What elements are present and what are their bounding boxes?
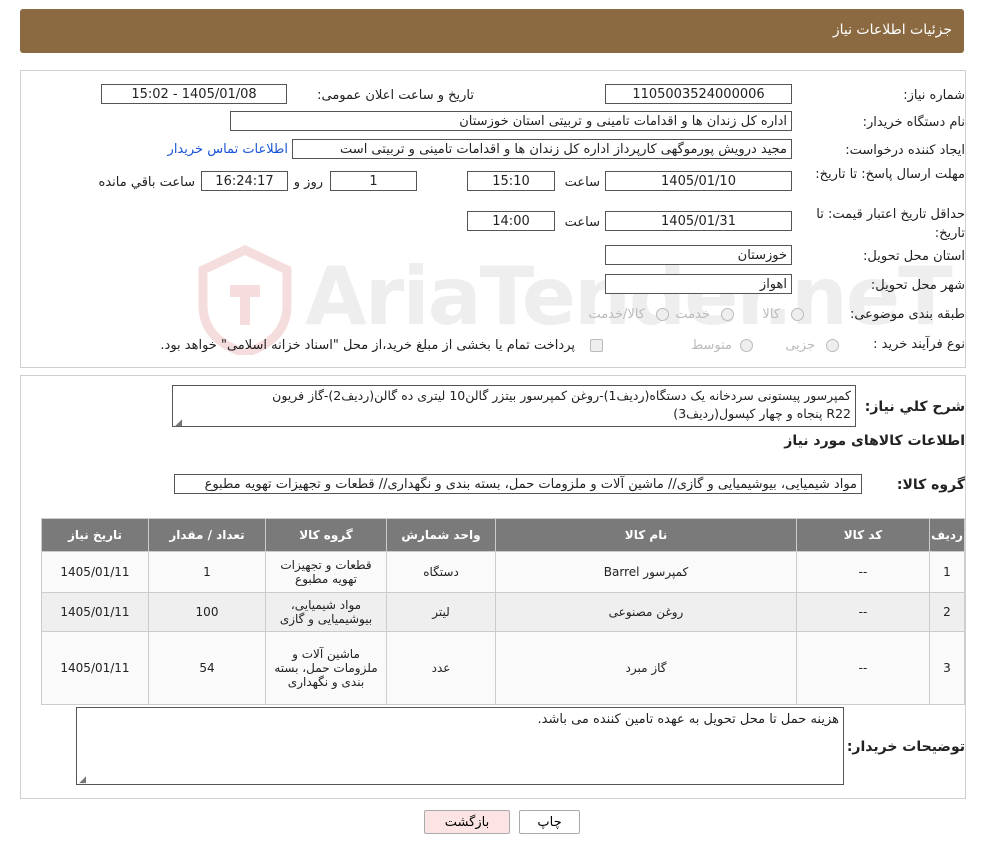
table-row: 1 -- کمپرسور Barrel دستگاه قطعات و تجهیز… xyxy=(41,551,965,593)
table-row: 3 -- گاز مبرد عدد ماشین آلات و ملزومات ح… xyxy=(41,631,965,705)
cell-group: ماشین آلات و ملزومات حمل، بسته بندی و نگ… xyxy=(265,631,387,705)
process-note: پرداخت تمام یا بخشی از مبلغ خرید،از محل … xyxy=(160,338,575,353)
need-number-label: شماره نیاز: xyxy=(903,88,965,103)
summary-line-1: کمپرسور پیستونی سردخانه یک دستگاه(ردیف1)… xyxy=(272,388,851,403)
category-option-service: خدمت xyxy=(675,307,710,322)
deadline-date-field: 1405/01/10 xyxy=(605,171,792,191)
col-header-unit: واحد شمارش xyxy=(386,518,496,552)
cell-qty: 100 xyxy=(148,592,266,632)
buyer-notes-text: هزینه حمل تا محل تحویل به عهده تامین کنن… xyxy=(537,712,839,727)
buyer-label: نام دستگاه خریدار: xyxy=(862,115,965,130)
need-number-field: 1105003524000006 xyxy=(605,84,792,104)
validity-date-field: 1405/01/31 xyxy=(605,211,792,231)
cell-group: قطعات و تجهیزات تهویه مطبوع xyxy=(265,551,387,593)
cell-code: -- xyxy=(796,631,930,705)
goods-group-field: مواد شیمیایی، بیوشیمیایی و گازی// ماشین … xyxy=(174,474,862,494)
city-field: اهواز xyxy=(605,274,792,294)
summary-textarea[interactable]: کمپرسور پیستونی سردخانه یک دستگاه(ردیف1)… xyxy=(172,385,856,427)
process-option-minor: جزیی xyxy=(785,338,815,353)
category-label: طبقه بندی موضوعی: xyxy=(849,307,965,322)
process-option-medium: متوسط xyxy=(691,338,732,353)
col-header-idx: ردیف xyxy=(929,518,965,552)
cell-unit: دستگاه xyxy=(386,551,496,593)
deadline-time-field: 15:10 xyxy=(467,171,555,191)
cell-idx: 1 xyxy=(929,551,965,593)
process-radio-medium[interactable] xyxy=(740,339,753,352)
province-label: استان محل تحویل: xyxy=(863,249,965,264)
validity-time-field: 14:00 xyxy=(467,211,555,231)
validity-label: حداقل تاریخ اعتبار قیمت: تا تاریخ: xyxy=(816,207,965,241)
summary-label: شرح كلي نياز: xyxy=(864,399,965,415)
table-header-row: ردیف کد کالا نام کالا واحد شمارش گروه کا… xyxy=(41,518,965,552)
col-header-group: گروه کالا xyxy=(265,518,387,552)
category-option-goods-service: کالا/خدمت xyxy=(588,307,645,322)
page-title: جزئیات اطلاعات نیاز xyxy=(832,22,952,38)
announce-field: 1405/01/08 - 15:02 xyxy=(101,84,287,104)
cell-code: -- xyxy=(796,592,930,632)
cell-date: 1405/01/11 xyxy=(41,631,149,705)
cell-name: گاز مبرد xyxy=(495,631,797,705)
page-header: جزئیات اطلاعات نیاز xyxy=(20,9,964,53)
goods-group-label: گروه کالا: xyxy=(896,477,965,493)
deadline-time-label: ساعت xyxy=(564,175,600,190)
province-field: خوزستان xyxy=(605,245,792,265)
print-button[interactable]: چاپ xyxy=(519,810,580,834)
cell-idx: 3 xyxy=(929,631,965,705)
back-button[interactable]: بازگشت xyxy=(424,810,510,834)
remaining-field: 16:24:17 xyxy=(201,171,288,191)
cell-qty: 54 xyxy=(148,631,266,705)
col-header-code: کد کالا xyxy=(796,518,930,552)
table-row: 2 -- روغن مصنوعی لیتر مواد شیمیایی، بیوش… xyxy=(41,592,965,632)
creator-field: مجید درویش پورموگهی کارپرداز اداره کل زن… xyxy=(292,139,792,159)
cell-name: روغن مصنوعی xyxy=(495,592,797,632)
cell-code: -- xyxy=(796,551,930,593)
summary-line-2: R22 پنجاه و چهار کپسول(ردیف3) xyxy=(673,406,851,421)
buyer-notes-label: توضیحات خریدار: xyxy=(846,739,965,755)
days-label: روز و xyxy=(293,175,323,190)
buyer-field: اداره کل زندان ها و اقدامات تامینی و ترب… xyxy=(230,111,792,131)
deadline-label: مهلت ارسال پاسخ: تا تاریخ: xyxy=(815,167,965,182)
days-field: 1 xyxy=(330,171,417,191)
category-option-goods: کالا xyxy=(762,307,780,322)
cell-date: 1405/01/11 xyxy=(41,551,149,593)
validity-time-label: ساعت xyxy=(564,215,600,230)
col-header-name: نام کالا xyxy=(495,518,797,552)
items-table: ردیف کد کالا نام کالا واحد شمارش گروه کا… xyxy=(41,518,965,705)
announce-label: تاریخ و ساعت اعلان عمومی: xyxy=(317,88,474,103)
remaining-label: ساعت باقي مانده xyxy=(98,175,195,190)
cell-idx: 2 xyxy=(929,592,965,632)
city-label: شهر محل تحویل: xyxy=(870,278,965,293)
process-label: نوع فرآیند خرید : xyxy=(873,337,965,352)
process-checkbox-treasury[interactable] xyxy=(590,339,603,352)
goods-section-title: اطلاعات کالاهای مورد نیاز xyxy=(784,433,965,449)
cell-date: 1405/01/11 xyxy=(41,592,149,632)
buyer-contact-link[interactable]: اطلاعات تماس خریدار xyxy=(168,142,288,157)
col-header-qty: تعداد / مقدار xyxy=(148,518,266,552)
cell-group: مواد شیمیایی، بیوشیمیایی و گازی xyxy=(265,592,387,632)
col-header-date: تاریخ نیاز xyxy=(41,518,149,552)
cell-qty: 1 xyxy=(148,551,266,593)
buyer-notes-textarea[interactable]: هزینه حمل تا محل تحویل به عهده تامین کنن… xyxy=(76,707,844,785)
cell-name: کمپرسور Barrel xyxy=(495,551,797,593)
creator-label: ایجاد کننده درخواست: xyxy=(845,143,965,158)
category-radio-service[interactable] xyxy=(721,308,734,321)
cell-unit: عدد xyxy=(386,631,496,705)
category-radio-goods-service[interactable] xyxy=(656,308,669,321)
notes-resize-handle-icon[interactable]: ◢ xyxy=(78,775,86,785)
cell-unit: لیتر xyxy=(386,592,496,632)
category-radio-goods[interactable] xyxy=(791,308,804,321)
summary-resize-handle-icon[interactable]: ◢ xyxy=(174,418,182,428)
process-radio-minor[interactable] xyxy=(826,339,839,352)
